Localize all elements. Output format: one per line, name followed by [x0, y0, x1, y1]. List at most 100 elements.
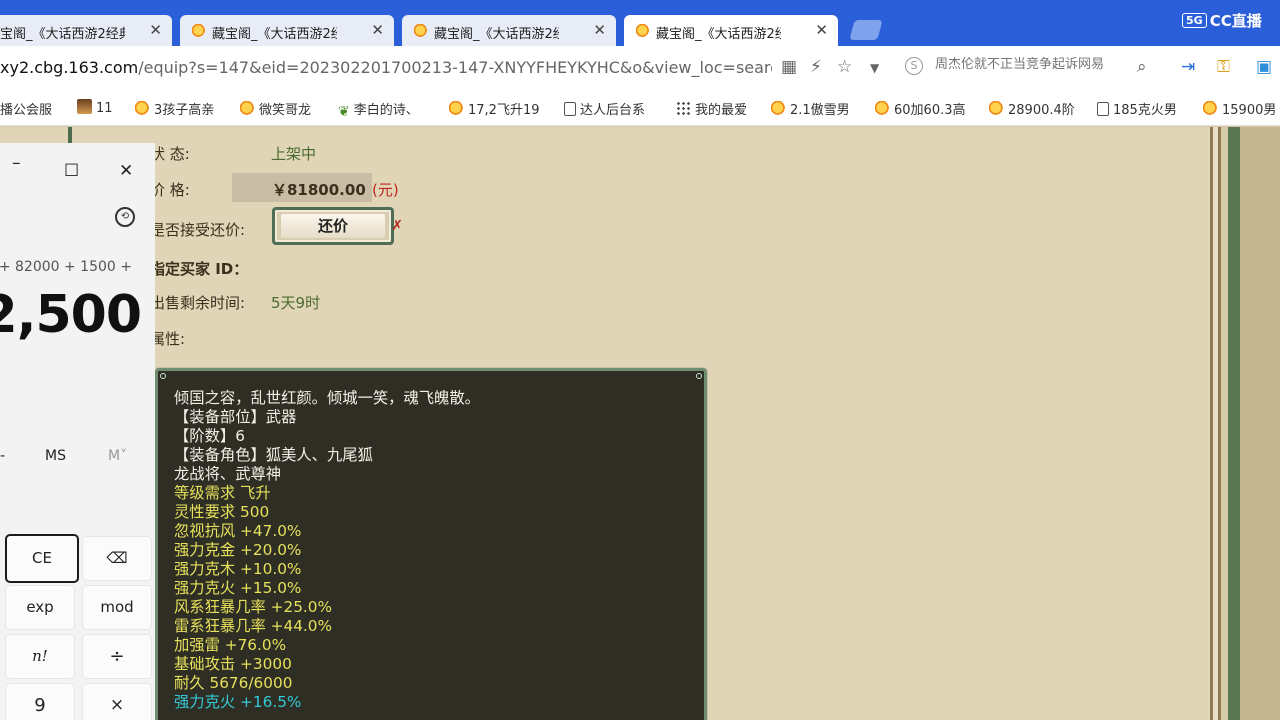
description-line: 风系狂暴几率 +25.0%	[174, 598, 333, 616]
extension-icon[interactable]: ▣	[1256, 57, 1272, 77]
maximize-icon[interactable]: ☐	[64, 161, 79, 181]
chevron-down-icon[interactable]: ▼	[870, 61, 879, 75]
close-icon[interactable]: ✕	[119, 161, 133, 181]
description-line: 加强雷 +76.0%	[174, 636, 287, 654]
image-favicon-icon	[77, 99, 92, 114]
bookmark-label: 185克火男	[1113, 103, 1177, 118]
tab-title: 藏宝阁_《大话西游2经典	[434, 27, 559, 42]
document-icon	[564, 102, 576, 116]
cbg-favicon-icon	[414, 24, 428, 38]
bookmark-label: 李白的诗、	[353, 103, 419, 118]
factorial-button[interactable]: n!	[5, 634, 75, 679]
bookmark-item[interactable]: 我的最爱	[676, 99, 747, 118]
brand-text: CC直播	[1209, 12, 1262, 30]
bookmarks-bar: 播公会服 11 3孩子高亲 微笑哥龙 ❦ 李白的诗、 17,2飞升19 达人后台系…	[0, 89, 1280, 126]
bookmark-label: 播公会服	[0, 103, 53, 118]
tab-title: 藏宝阁_《大话西游2经典	[212, 27, 337, 42]
cbg-favicon-icon	[1203, 101, 1218, 116]
mod-button[interactable]: mod	[82, 585, 152, 630]
description-line: 基础攻击 +3000	[174, 655, 292, 673]
tab-cbg-active[interactable]: 藏宝阁_《大话西游2经典 ✕	[624, 15, 838, 46]
memory-minus-button[interactable]: -	[0, 448, 5, 464]
lightning-icon[interactable]: ⚡	[810, 57, 822, 77]
equipment-description-box: 倾国之容，乱世红颜。倾城一笑，魂飞魄散。 【装备部位】武器 【阶数】6 【装备角…	[155, 368, 707, 720]
search-icon[interactable]: ⌕	[1137, 57, 1147, 77]
apps-grid-icon	[676, 101, 691, 116]
bargain-button[interactable]: 还价 ✗	[272, 207, 403, 245]
address-bar: xy2.cbg.163.com/equip?s=147&eid=20230220…	[0, 46, 1280, 89]
bookmark-item[interactable]: 11	[77, 99, 113, 116]
multiply-button[interactable]: ×	[82, 683, 152, 720]
memory-menu-button[interactable]: M˅	[108, 448, 127, 464]
cbg-favicon-icon	[449, 101, 464, 116]
tab-cbg-2[interactable]: 藏宝阁_《大话西游2经典 ✕	[180, 15, 394, 46]
attributes-label: 属性:	[150, 330, 186, 348]
cbg-favicon-icon	[240, 101, 255, 116]
tab-close-icon[interactable]: ✕	[149, 21, 162, 39]
remaining-time-label: 出售剩余时间:	[150, 294, 246, 312]
key-icon[interactable]: ⚿	[1217, 57, 1230, 77]
bookmark-label: 11	[96, 101, 113, 116]
star-bookmark-icon[interactable]: ☆	[837, 57, 852, 77]
tab-cbg-3[interactable]: 藏宝阁_《大话西游2经典 ✕	[402, 15, 616, 46]
price-label: 价 格:	[150, 181, 190, 199]
description-line: 耐久 5676/6000	[174, 674, 293, 692]
bookmark-item[interactable]: 达人后台系	[564, 99, 645, 118]
bookmark-item[interactable]: 2.1傲雪男	[771, 99, 850, 118]
tab-close-icon[interactable]: ✕	[593, 21, 606, 39]
divide-button[interactable]: ÷	[82, 634, 152, 679]
login-icon[interactable]: ⇥	[1181, 57, 1195, 77]
bookmark-item[interactable]: 微笑哥龙	[240, 99, 311, 118]
url-host: xy2.cbg.163.com	[0, 58, 139, 77]
bookmark-item[interactable]: 60加60.3高	[875, 99, 966, 118]
bookmark-label: 微笑哥龙	[259, 103, 312, 118]
brand-box: 5G	[1182, 13, 1207, 28]
bookmark-item[interactable]: 28900.4阶	[989, 99, 1075, 118]
price-value: ￥81800.00	[272, 181, 366, 199]
tab-close-icon[interactable]: ✕	[815, 21, 828, 39]
cbg-favicon-icon	[135, 101, 150, 116]
backspace-button[interactable]: ⌫	[82, 536, 152, 581]
leaf-icon: ❦	[338, 104, 350, 120]
description-line: 【装备部位】武器	[174, 408, 297, 426]
corner-ornament-icon	[696, 373, 702, 379]
bookmark-label: 3孩子高亲	[154, 103, 215, 118]
bookmark-item[interactable]: 17,2飞升19	[449, 99, 540, 118]
bookmark-item[interactable]: 185克火男	[1097, 99, 1177, 118]
tab-close-icon[interactable]: ✕	[371, 21, 384, 39]
qr-code-icon[interactable]: ▦	[781, 57, 797, 77]
description-line: 强力克金 +20.0%	[174, 541, 302, 559]
digit-9-button[interactable]: 9	[5, 683, 75, 720]
bookmark-item[interactable]: 15900男	[1203, 99, 1276, 118]
new-tab-button[interactable]	[849, 20, 883, 40]
document-icon	[1097, 102, 1109, 116]
minimize-icon[interactable]: –	[12, 153, 21, 173]
search-box: S	[905, 54, 1167, 81]
url-field[interactable]: xy2.cbg.163.com/equip?s=147&eid=20230220…	[0, 58, 772, 77]
description-line: 倾国之容，乱世红颜。倾城一笑，魂飞魄散。	[174, 389, 480, 407]
search-input[interactable]	[935, 57, 1135, 72]
description-line: 强力克火 +15.0%	[174, 579, 302, 597]
bookmark-label: 达人后台系	[580, 103, 646, 118]
tab-cbg-1[interactable]: 宝阁_《大话西游2经典 ✕	[0, 15, 172, 46]
browser-tab-strip: 宝阁_《大话西游2经典 ✕ 藏宝阁_《大话西游2经典 ✕ 藏宝阁_《大话西游2经…	[0, 0, 1280, 46]
bookmark-label: 60加60.3高	[894, 103, 966, 118]
bookmark-label: 15900男	[1222, 103, 1277, 118]
exp-button[interactable]: exp	[5, 585, 75, 630]
remaining-time-value: 5天9时	[271, 294, 321, 312]
description-line: 强力克火 +16.5%	[174, 693, 302, 711]
memory-store-button[interactable]: MS	[45, 448, 66, 464]
description-lines: 倾国之容，乱世红颜。倾城一笑，魂飞魄散。 【装备部位】武器 【阶数】6 【装备角…	[174, 389, 480, 712]
status-value: 上架中	[271, 145, 317, 163]
history-icon[interactable]: ⟲	[115, 207, 135, 227]
corner-ornament-icon	[160, 373, 166, 379]
price-row: 价 格: ￥81800.00 (元)	[150, 173, 399, 205]
description-line: 忽视抗风 +47.0%	[174, 522, 302, 540]
clear-entry-button[interactable]: CE	[5, 534, 79, 583]
bookmark-item[interactable]: ❦ 李白的诗、	[338, 99, 419, 120]
bookmark-item[interactable]: 播公会服	[0, 99, 52, 118]
bookmark-item[interactable]: 3孩子高亲	[135, 99, 214, 118]
search-engine-icon: S	[905, 57, 923, 75]
tab-title: 宝阁_《大话西游2经典	[0, 27, 125, 42]
bookmark-label: 我的最爱	[695, 103, 748, 118]
